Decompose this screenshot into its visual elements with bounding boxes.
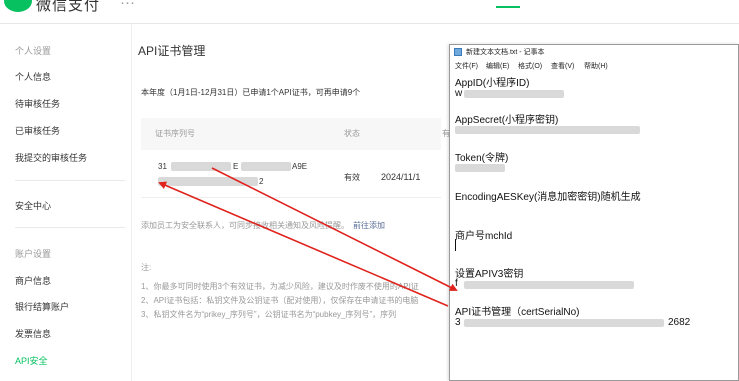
redacted-cert-serial-blur (464, 319, 664, 327)
active-nav-indicator (496, 6, 520, 8)
menu-help[interactable]: 帮助(H) (584, 61, 608, 71)
sidebar-item-security-center[interactable]: 安全中心 (15, 199, 51, 212)
sidebar-item-merchant-info[interactable]: 商户信息 (15, 274, 51, 287)
redacted-token-blur (455, 164, 505, 172)
redacted-serial-blur (171, 162, 231, 171)
notepad-window[interactable]: 新建文本文档.txt - 记事本 文件(F) 编辑(E) 格式(O) 查看(V)… (449, 44, 739, 381)
menu-view[interactable]: 查看(V) (551, 61, 574, 71)
sidebar-item-invoice[interactable]: 发票信息 (15, 327, 51, 340)
redacted-apiv3-blur (464, 281, 634, 289)
sidebar-divider (15, 180, 125, 181)
notes-label: 注: (141, 263, 152, 272)
appsecret-label: AppSecret(小程序密钥) (455, 115, 559, 126)
serial-number-tail: A9E (292, 162, 308, 171)
aeskey-label: EncodingAESKey(消息加密密钥)随机生成 (455, 192, 641, 203)
certificate-expiry-date: 2024/11/1 (381, 172, 421, 182)
brand-name: 微信支付 (36, 0, 101, 14)
sidebar-divider (15, 227, 125, 228)
wechat-pay-logo-icon (4, 0, 32, 12)
cert-serial-value-tail: 2682 (668, 317, 691, 328)
table-row: 31 E A9E 2 有效 2024/11/1 (141, 150, 441, 198)
sidebar-item-reviewed-tasks[interactable]: 已审核任务 (15, 124, 60, 137)
menu-edit[interactable]: 编辑(E) (486, 61, 509, 71)
note-line-2: 2、API证书包括：私钥文件及公钥证书（配对使用），仅保存在申请证书的电脑 (141, 296, 419, 305)
sidebar-item-api-security[interactable]: API安全 (15, 354, 48, 367)
certificate-quota-text: 本年度（1月1日-12月31日）已申请1个API证书，可再申请9个 (141, 88, 361, 97)
cert-serial-label: API证书管理（certSerialNo) (455, 307, 580, 318)
security-contact-tip-text: 添加员工为安全联系人，可同步接收相关通知及风险提醒。 (141, 221, 349, 230)
notepad-icon (454, 48, 462, 56)
token-label: Token(令牌) (455, 153, 509, 164)
security-contact-tip: 添加员工为安全联系人，可同步接收相关通知及风险提醒。 前往添加 (141, 220, 385, 231)
top-bar: 微信支付 ··· (0, 0, 739, 24)
note-line-1: 1、你最多可同时使用3个有效证书，为减少风险，建议及时作废不使用的API证 (141, 282, 419, 291)
redacted-appid-blur (464, 90, 564, 98)
sidebar: 个人设置 个人信息 待审核任务 已审核任务 我提交的审核任务 安全中心 账户设置… (0, 24, 131, 381)
text-caret (455, 239, 456, 251)
page-title: API证书管理 (138, 44, 206, 58)
sidebar-item-pending-tasks[interactable]: 待审核任务 (15, 97, 60, 110)
certificate-table-header: 证书序列号 状态 有 (141, 118, 450, 150)
notepad-menubar: 文件(F) 编辑(E) 格式(O) 查看(V) 帮助(H) (450, 60, 738, 71)
apiv3-value: f (455, 278, 458, 289)
column-header-serial: 证书序列号 (155, 129, 195, 138)
cert-serial-value: 3 (455, 317, 461, 328)
notepad-titlebar[interactable]: 新建文本文档.txt - 记事本 (450, 45, 738, 59)
sidebar-item-submitted-tasks[interactable]: 我提交的审核任务 (15, 151, 87, 164)
notepad-title: 新建文本文档.txt - 记事本 (466, 49, 545, 56)
add-contact-link[interactable]: 前往添加 (353, 221, 385, 230)
menu-format[interactable]: 格式(O) (518, 61, 542, 71)
appid-value: w (455, 88, 463, 99)
serial-number-prefix: 31 (158, 162, 167, 171)
sidebar-item-personal-info[interactable]: 个人信息 (15, 70, 51, 83)
note-line-3: 3、私钥文件名为“prikey_序列号”，公钥证书名为“pubkey_序列号”，… (141, 310, 397, 319)
mchid-label: 商户号mchId (455, 231, 513, 242)
apiv3-label: 设置APIV3密钥 (455, 269, 524, 280)
status-badge: 有效 (344, 173, 360, 182)
redacted-serial-blur (158, 177, 258, 186)
column-header-status: 状态 (344, 129, 360, 138)
menu-file[interactable]: 文件(F) (455, 61, 478, 71)
redacted-serial-blur (241, 162, 291, 171)
brand-suffix: ··· (120, 0, 135, 11)
appid-label: AppID(小程序ID) (455, 78, 530, 89)
serial-number-line2-end: 2 (259, 177, 264, 186)
serial-number-mid: E (233, 162, 239, 171)
sidebar-group-personal: 个人设置 (15, 46, 52, 56)
sidebar-group-account: 账户设置 (15, 249, 52, 259)
sidebar-item-bank-account[interactable]: 银行结算账户 (15, 300, 69, 313)
redacted-appsecret-blur (455, 126, 640, 134)
